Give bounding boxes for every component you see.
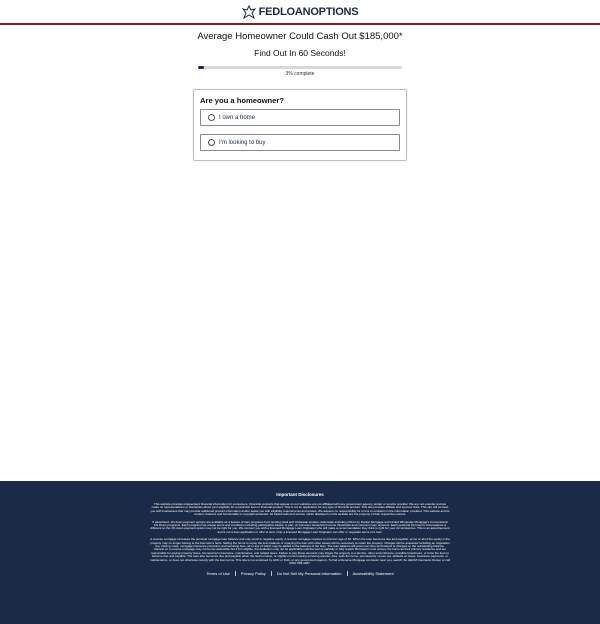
footer: Important Disclosures This website provi… bbox=[0, 481, 600, 624]
link-divider bbox=[234, 570, 236, 576]
terms-link[interactable]: Terms of Use bbox=[201, 571, 235, 576]
radio-icon[interactable] bbox=[208, 139, 215, 146]
footer-title: Important Disclosures bbox=[276, 492, 324, 497]
question-title: Are you a homeowner? bbox=[200, 96, 284, 105]
progress-label: 3% complete bbox=[285, 71, 315, 77]
option-looking-to-buy[interactable]: I'm looking to buy bbox=[200, 134, 400, 151]
progress-fill bbox=[198, 66, 205, 69]
disclaimer-general: This website provides independent financ… bbox=[150, 502, 450, 517]
disclaimer-down-payment: If advertised, 1% down payment options a… bbox=[150, 519, 450, 534]
privacy-link[interactable]: Privacy Policy bbox=[236, 571, 271, 576]
disclaimer-reverse-mortgage: A reverse mortgage increases the princip… bbox=[150, 537, 450, 566]
link-divider bbox=[270, 570, 272, 576]
page-subhead: Find Out In 60 Seconds! bbox=[254, 48, 346, 58]
option-label: I'm looking to buy bbox=[219, 139, 266, 146]
logo[interactable]: FEDLOANOPTIONS bbox=[241, 4, 359, 19]
eagle-icon bbox=[241, 4, 256, 19]
question-card: Are you a homeowner? I own a home I'm lo… bbox=[193, 89, 407, 161]
accessibility-link[interactable]: Accessibility Statement bbox=[348, 571, 399, 576]
progress-track bbox=[198, 66, 402, 69]
progress-bar: 3% complete bbox=[198, 66, 402, 77]
radio-icon[interactable] bbox=[208, 114, 215, 121]
page-headline: Average Homeowner Could Cash Out $185,00… bbox=[197, 31, 403, 42]
logo-text: FEDLOANOPTIONS bbox=[258, 5, 359, 18]
do-not-sell-link[interactable]: Do Not Sell My Personal Information bbox=[272, 571, 347, 576]
site-header: FEDLOANOPTIONS bbox=[0, 0, 600, 25]
link-divider bbox=[346, 570, 348, 576]
option-own-home[interactable]: I own a home bbox=[200, 109, 400, 126]
option-label: I own a home bbox=[219, 114, 256, 121]
footer-links: Terms of Use Privacy Policy Do Not Sell … bbox=[0, 570, 600, 576]
